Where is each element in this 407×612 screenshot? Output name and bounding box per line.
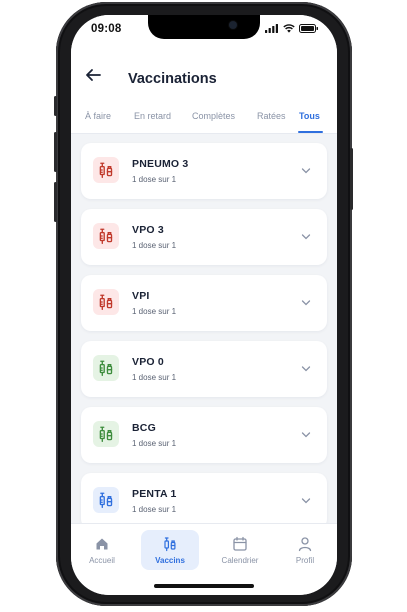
vaccine-icon	[93, 157, 119, 183]
nav-label: Vaccins	[155, 556, 185, 565]
chevron-down-icon[interactable]	[301, 299, 311, 307]
tab-completes[interactable]: Complètes	[192, 111, 235, 121]
chevron-down-icon[interactable]	[301, 365, 311, 373]
syringe-vial-icon	[99, 492, 113, 508]
vaccine-icon	[93, 355, 119, 381]
vaccine-name: PENTA 1	[132, 488, 177, 500]
vaccine-name: BCG	[132, 422, 156, 434]
home-indicator	[154, 584, 254, 588]
vaccine-icon	[93, 421, 119, 447]
tab-en-retard[interactable]: En retard	[134, 111, 171, 121]
phone-screen: 09:08 Vaccinations À faire En retard Com…	[71, 15, 337, 595]
calendar-icon	[233, 536, 247, 551]
vaccine-dose: 1 dose sur 1	[132, 241, 177, 250]
nav-calendrier[interactable]: Calendrier	[211, 530, 269, 570]
vaccine-name: VPO 3	[132, 224, 164, 236]
chevron-down-icon[interactable]	[301, 431, 311, 439]
vaccine-name: VPO 0	[132, 356, 164, 368]
vaccine-icon	[93, 223, 119, 249]
nav-vaccins[interactable]: Vaccins	[141, 530, 199, 570]
vaccine-icon	[93, 289, 119, 315]
power-button	[350, 148, 353, 210]
nav-profil[interactable]: Profil	[276, 530, 334, 570]
tab-ratees[interactable]: Ratées	[257, 111, 286, 121]
active-tab-indicator	[298, 131, 323, 133]
syringe-vial-icon	[99, 426, 113, 442]
vaccine-dose: 1 dose sur 1	[132, 307, 177, 316]
side-button	[54, 182, 57, 222]
app-header: Vaccinations À faire En retard Complètes…	[71, 45, 337, 134]
vaccine-card[interactable]: BCG 1 dose sur 1	[81, 407, 327, 463]
side-button	[54, 132, 57, 172]
nav-label: Profil	[295, 556, 315, 565]
chevron-down-icon[interactable]	[301, 233, 311, 241]
signal-icon	[265, 24, 278, 33]
vaccine-dose: 1 dose sur 1	[132, 505, 177, 514]
nav-accueil[interactable]: Accueil	[73, 530, 131, 570]
tab-a-faire[interactable]: À faire	[85, 111, 111, 121]
syringe-vial-icon	[99, 360, 113, 376]
home-icon	[96, 538, 108, 550]
vaccine-dose: 1 dose sur 1	[132, 175, 177, 184]
chevron-down-icon[interactable]	[301, 497, 311, 505]
syringe-vial-icon	[99, 228, 113, 244]
battery-icon	[299, 24, 318, 33]
chevron-down-icon[interactable]	[301, 167, 311, 175]
vaccine-name: PNEUMO 3	[132, 158, 189, 170]
side-button	[54, 96, 57, 116]
syringe-vial-icon	[99, 294, 113, 310]
wifi-icon	[283, 24, 295, 33]
syringe-vial-icon	[99, 162, 113, 178]
vaccine-name: VPI	[132, 290, 150, 302]
page-title: Vaccinations	[128, 71, 217, 87]
back-arrow-icon[interactable]	[83, 65, 103, 85]
filter-tabs: À faire En retard Complètes Ratées Tous	[71, 109, 337, 133]
notch	[148, 15, 260, 39]
tab-tous[interactable]: Tous	[299, 111, 320, 121]
vaccine-card[interactable]: PENTA 1 1 dose sur 1	[81, 473, 327, 529]
vaccine-card[interactable]: PNEUMO 3 1 dose sur 1	[81, 143, 327, 199]
vaccine-icon	[93, 487, 119, 513]
vaccine-card[interactable]: VPI 1 dose sur 1	[81, 275, 327, 331]
nav-label: Calendrier	[221, 556, 259, 565]
vaccine-card[interactable]: VPO 3 1 dose sur 1	[81, 209, 327, 265]
vaccine-card[interactable]: VPO 0 1 dose sur 1	[81, 341, 327, 397]
nav-label: Accueil	[89, 556, 115, 565]
vaccine-dose: 1 dose sur 1	[132, 439, 177, 448]
user-icon	[298, 537, 312, 552]
syringe-icon	[164, 537, 176, 552]
status-time: 09:08	[91, 23, 122, 35]
vaccine-dose: 1 dose sur 1	[132, 373, 177, 382]
camera-icon	[229, 21, 237, 29]
